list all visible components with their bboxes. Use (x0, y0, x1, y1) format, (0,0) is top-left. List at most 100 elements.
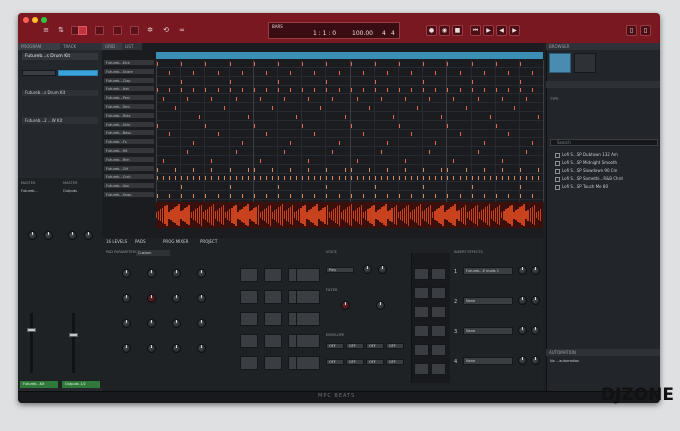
note-hit[interactable] (350, 88, 352, 93)
track-name[interactable]: Futureb...OH (104, 165, 154, 172)
fader-cap-2[interactable] (69, 333, 78, 337)
note-hit[interactable] (338, 70, 340, 75)
tab-pads[interactable]: PADS (135, 238, 146, 245)
note-hit[interactable] (392, 114, 394, 119)
tab-grid[interactable]: GRID (102, 43, 122, 50)
note-hit[interactable] (405, 167, 407, 172)
note-hit[interactable] (459, 132, 461, 137)
note-hit[interactable] (429, 150, 431, 154)
note-hit[interactable] (362, 132, 364, 137)
browser-thumb-2[interactable] (574, 53, 596, 73)
note-hit[interactable] (513, 176, 515, 181)
note-hit[interactable] (163, 97, 165, 102)
note-hit[interactable] (314, 70, 316, 75)
param-knob[interactable] (147, 294, 156, 303)
fx-slot-name[interactable]: None (463, 297, 513, 305)
note-hit[interactable] (253, 194, 255, 198)
note-hit[interactable] (399, 88, 400, 93)
note-hit[interactable] (495, 194, 497, 198)
minimize-window-icon[interactable] (32, 17, 38, 23)
note-hit[interactable] (435, 70, 437, 75)
envelope-value[interactable]: OFF (366, 359, 384, 365)
note-hit[interactable] (241, 88, 243, 93)
note-hit[interactable] (374, 62, 376, 66)
note-hit[interactable] (495, 88, 497, 93)
pad-column-button[interactable] (414, 287, 429, 299)
note-hit[interactable] (205, 62, 207, 66)
envelope-value[interactable]: OFF (386, 343, 404, 349)
note-hit[interactable] (211, 176, 213, 181)
note-hit[interactable] (265, 70, 267, 75)
fx-slot-name[interactable]: None (463, 357, 513, 365)
note-hit[interactable] (205, 194, 207, 198)
plugin-label[interactable]: Futureb...2 ...W Kit (22, 117, 98, 124)
note-hit[interactable] (157, 62, 158, 66)
note-hit[interactable] (259, 176, 261, 181)
program-edit-button[interactable] (130, 26, 139, 35)
note-hit[interactable] (181, 88, 183, 93)
note-hit[interactable] (489, 176, 491, 181)
note-hit[interactable] (332, 150, 334, 154)
param-knob[interactable] (197, 319, 206, 328)
envelope-value[interactable]: OFF (326, 359, 344, 365)
note-hit[interactable] (187, 97, 189, 102)
note-hit[interactable] (350, 176, 352, 181)
note-hit[interactable] (314, 132, 316, 137)
note-hit[interactable] (362, 70, 364, 75)
tab-16-levels[interactable]: 16 LEVELS (106, 238, 127, 245)
note-hit[interactable] (459, 176, 461, 181)
send-knob-2[interactable] (84, 231, 93, 240)
note-hit[interactable] (495, 62, 497, 66)
note-hit[interactable] (435, 88, 437, 93)
note-hit[interactable] (308, 176, 310, 181)
param-knob[interactable] (122, 269, 131, 278)
note-hit[interactable] (290, 194, 292, 198)
param-knob[interactable] (147, 344, 156, 353)
grid-view-button[interactable] (95, 26, 104, 35)
note-hit[interactable] (332, 97, 334, 102)
drum-pad[interactable] (240, 356, 258, 370)
loop-icon[interactable]: ⟲ (162, 26, 170, 34)
note-hit[interactable] (241, 141, 243, 146)
note-hit[interactable] (405, 97, 407, 102)
mode-select[interactable]: Poly (326, 267, 354, 273)
browser-thumb-1[interactable] (549, 53, 571, 73)
note-hit[interactable] (338, 88, 340, 93)
note-hit[interactable] (314, 176, 316, 181)
note-hit[interactable] (181, 185, 183, 190)
fx-knob[interactable] (518, 296, 527, 305)
note-hit[interactable] (429, 176, 431, 181)
note-hit[interactable] (526, 150, 528, 154)
overdub-button[interactable]: ◉ (439, 25, 450, 36)
note-hit[interactable] (374, 185, 376, 190)
track-name[interactable]: Futureb...Snap (104, 192, 154, 198)
note-hit[interactable] (453, 176, 455, 181)
note-hit[interactable] (211, 97, 213, 102)
note-hit[interactable] (495, 176, 497, 181)
note-hit[interactable] (181, 194, 183, 198)
note-hit[interactable] (217, 70, 219, 75)
note-hit[interactable] (538, 167, 540, 172)
note-hit[interactable] (513, 106, 515, 110)
note-hit[interactable] (169, 70, 171, 75)
track-name[interactable]: Futureb...Snare (104, 68, 154, 75)
note-hit[interactable] (175, 106, 177, 110)
tab-prog-mixer[interactable]: PROG MIXER (163, 238, 188, 245)
note-hit[interactable] (284, 97, 286, 102)
note-hit[interactable] (253, 123, 255, 128)
track-name[interactable]: Futureb...Clap (104, 77, 154, 84)
note-hit[interactable] (538, 176, 540, 181)
note-hit[interactable] (501, 176, 503, 181)
fader-cap-1[interactable] (27, 328, 36, 332)
signature-a[interactable]: 4 (382, 30, 386, 37)
fx-slot-name[interactable]: None (463, 327, 513, 335)
note-hit[interactable] (477, 176, 479, 181)
track-name[interactable]: Futureb...Hat (104, 86, 154, 93)
note-hit[interactable] (417, 106, 419, 110)
note-hit[interactable] (284, 176, 286, 181)
note-hit[interactable] (507, 132, 509, 137)
note-hit[interactable] (223, 176, 225, 181)
pad-column-button[interactable] (414, 325, 429, 337)
note-hit[interactable] (302, 194, 304, 198)
note-hit[interactable] (356, 176, 358, 181)
